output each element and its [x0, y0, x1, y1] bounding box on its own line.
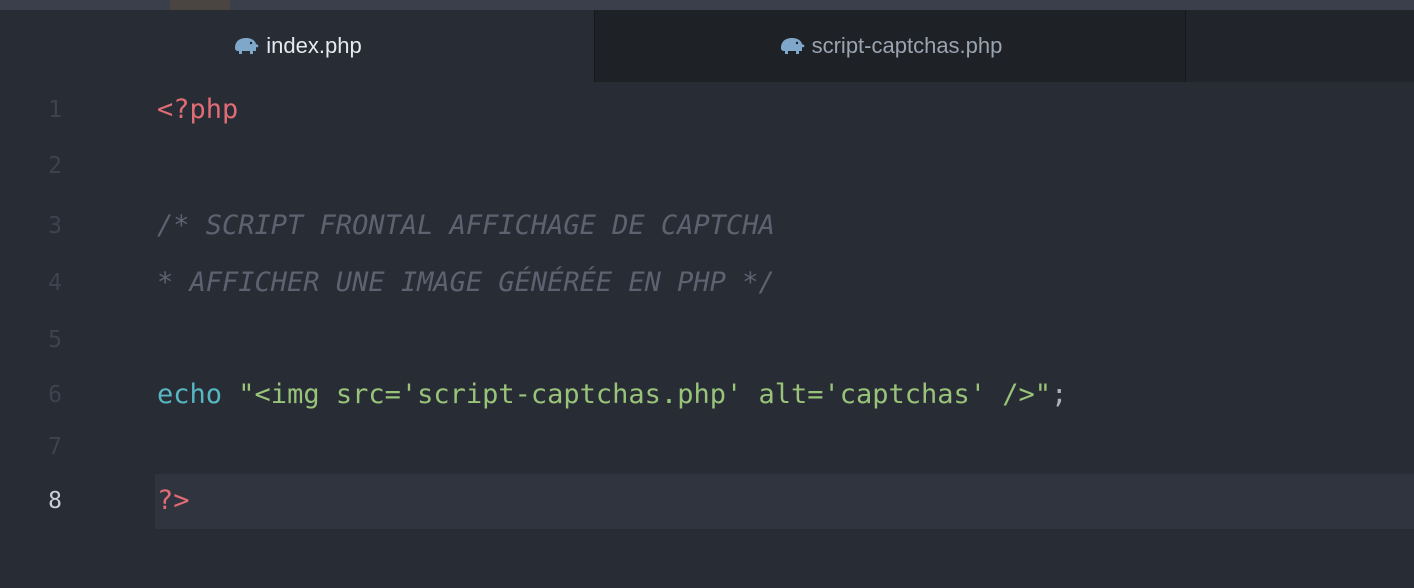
echo-keyword: echo	[157, 379, 223, 410]
code-line[interactable]: ?>	[157, 472, 190, 530]
tab-bar-empty-area	[1186, 10, 1414, 82]
tab-label: script-captchas.php	[811, 33, 1003, 58]
code-line[interactable]: <?php	[157, 81, 238, 139]
line-number-current: 8	[48, 488, 62, 514]
string-literal: "<img src='script-captchas.php' alt='cap…	[238, 379, 1052, 410]
php-elephant-icon	[780, 38, 805, 54]
tab-label: index.php	[266, 33, 362, 58]
line-number: 5	[48, 327, 62, 353]
tab-index-php[interactable]: index.php	[0, 10, 594, 82]
current-line-highlight	[155, 474, 1414, 529]
line-number: 6	[48, 382, 62, 408]
line-number: 1	[48, 97, 62, 123]
semicolon: ;	[1051, 379, 1068, 410]
window-top-strip	[0, 0, 1414, 10]
tab-bar: index.php script-captchas.php	[0, 10, 1414, 82]
php-elephant-icon	[235, 38, 259, 54]
line-number: 7	[48, 434, 62, 460]
code-comment-line[interactable]: * AFFICHER UNE IMAGE GÉNÉRÉE EN PHP */	[157, 254, 775, 312]
tab-script-captchas-php[interactable]: script-captchas.php	[594, 10, 1186, 82]
code-echo-line[interactable]: echo "<img src='script-captchas.php' alt…	[157, 366, 1067, 424]
code-comment-line[interactable]: /* SCRIPT FRONTAL AFFICHAGE DE CAPTCHA	[157, 197, 775, 255]
line-number: 4	[48, 270, 62, 296]
code-editor: index.php script-captchas.php 1 2 3 4 5 …	[0, 0, 1414, 588]
line-number: 3	[48, 213, 62, 239]
line-number: 2	[48, 153, 62, 179]
